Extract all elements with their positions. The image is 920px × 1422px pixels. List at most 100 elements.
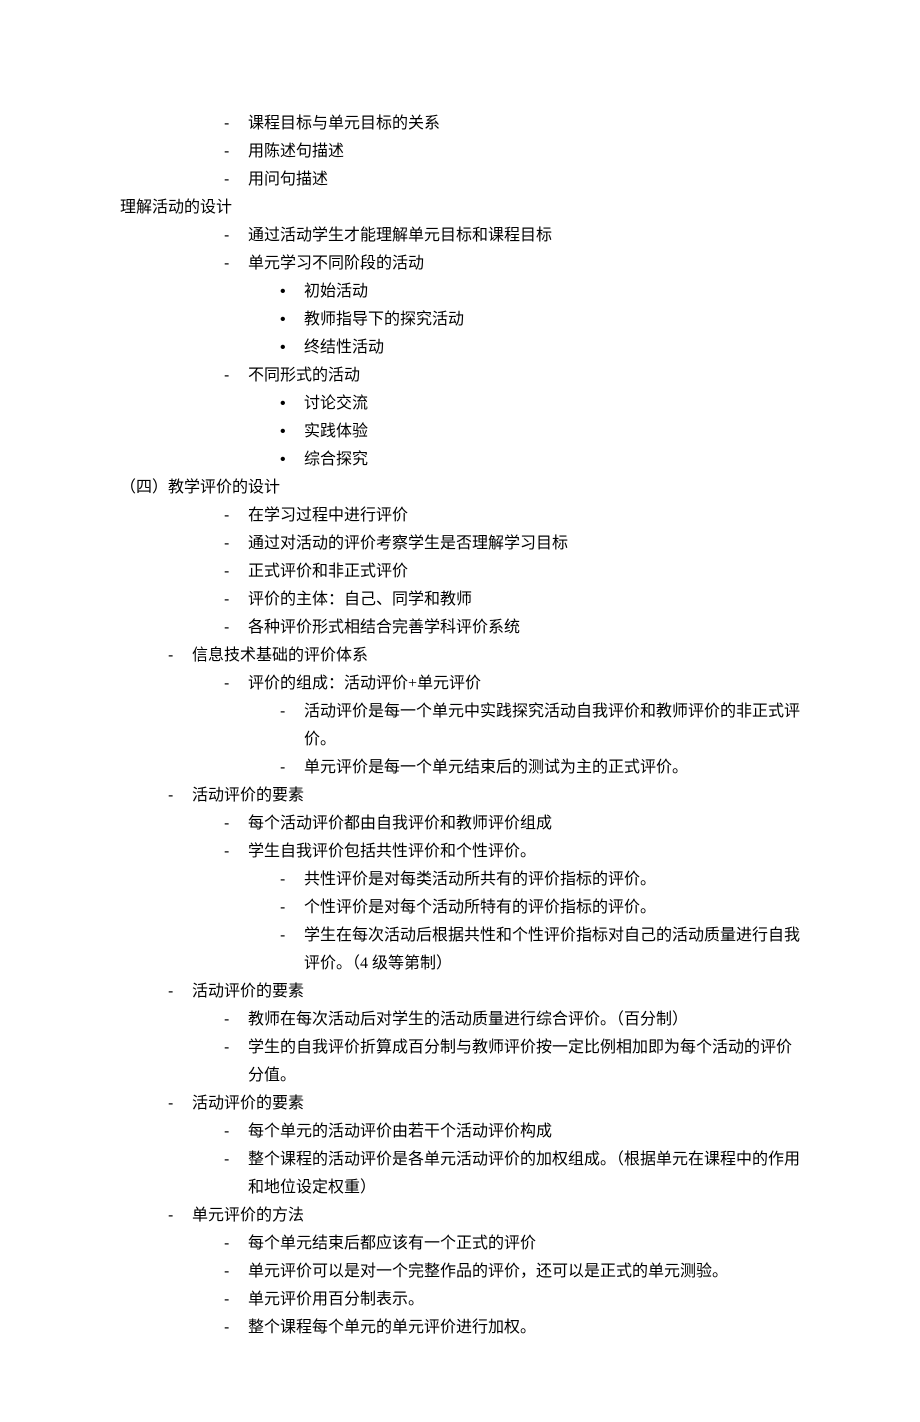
outline-text: 每个单元的活动评价由若干个活动评价构成 bbox=[248, 1118, 800, 1146]
outline-text: 活动评价的要素 bbox=[192, 978, 800, 1006]
outline-line: 终结性活动 bbox=[120, 334, 800, 362]
outline-line: 每个单元的活动评价由若干个活动评价构成 bbox=[120, 1118, 800, 1146]
dash-bullet-icon bbox=[224, 1118, 248, 1146]
outline-text: 单元学习不同阶段的活动 bbox=[248, 250, 800, 278]
outline-text: 综合探究 bbox=[304, 446, 800, 474]
outline-text: 学生自我评价包括共性评价和个性评价。 bbox=[248, 838, 800, 866]
dash-bullet-icon bbox=[224, 1286, 248, 1314]
outline-text: 单元评价用百分制表示。 bbox=[248, 1286, 800, 1314]
outline-text: 活动评价是每一个单元中实践探究活动自我评价和教师评价的非正式评价。 bbox=[304, 698, 800, 754]
dash-bullet-icon bbox=[168, 782, 192, 810]
outline-text: 信息技术基础的评价体系 bbox=[192, 642, 800, 670]
document-body: 课程目标与单元目标的关系用陈述句描述用问句描述理解活动的设计通过活动学生才能理解… bbox=[120, 110, 800, 1342]
outline-text: 每个活动评价都由自我评价和教师评价组成 bbox=[248, 810, 800, 838]
dash-bullet-icon bbox=[224, 586, 248, 614]
outline-text: 整个课程的活动评价是各单元活动评价的加权组成。（根据单元在课程中的作用和地位设定… bbox=[248, 1146, 800, 1202]
outline-line: 单元评价用百分制表示。 bbox=[120, 1286, 800, 1314]
outline-line: 单元评价可以是对一个完整作品的评价，还可以是正式的单元测验。 bbox=[120, 1258, 800, 1286]
outline-line: 每个活动评价都由自我评价和教师评价组成 bbox=[120, 810, 800, 838]
outline-line: 信息技术基础的评价体系 bbox=[120, 642, 800, 670]
outline-line: 活动评价的要素 bbox=[120, 978, 800, 1006]
dash-bullet-icon bbox=[224, 838, 248, 866]
outline-text: 共性评价是对每类活动所共有的评价指标的评价。 bbox=[304, 866, 800, 894]
outline-line: 评价的主体：自己、同学和教师 bbox=[120, 586, 800, 614]
outline-text: 初始活动 bbox=[304, 278, 800, 306]
outline-text: 各种评价形式相结合完善学科评价系统 bbox=[248, 614, 800, 642]
dash-bullet-icon bbox=[224, 558, 248, 586]
outline-text: 教师在每次活动后对学生的活动质量进行综合评价。（百分制） bbox=[248, 1006, 800, 1034]
outline-line: （四）教学评价的设计 bbox=[120, 474, 800, 502]
outline-text: 单元评价的方法 bbox=[192, 1202, 800, 1230]
outline-text: 用陈述句描述 bbox=[248, 138, 800, 166]
dash-bullet-icon bbox=[224, 1258, 248, 1286]
outline-line: 正式评价和非正式评价 bbox=[120, 558, 800, 586]
outline-text: 学生在每次活动后根据共性和个性评价指标对自己的活动质量进行自我评价。（4 级等第… bbox=[304, 922, 800, 978]
outline-text: 评价的组成：活动评价+单元评价 bbox=[248, 670, 800, 698]
outline-text: 活动评价的要素 bbox=[192, 1090, 800, 1118]
dash-bullet-icon bbox=[280, 866, 304, 894]
outline-text: 正式评价和非正式评价 bbox=[248, 558, 800, 586]
outline-line: 评价的组成：活动评价+单元评价 bbox=[120, 670, 800, 698]
dash-bullet-icon bbox=[224, 670, 248, 698]
outline-line: 用问句描述 bbox=[120, 166, 800, 194]
dot-bullet-icon bbox=[280, 418, 304, 446]
outline-line: 每个单元结束后都应该有一个正式的评价 bbox=[120, 1230, 800, 1258]
outline-line: 教师指导下的探究活动 bbox=[120, 306, 800, 334]
outline-text: 不同形式的活动 bbox=[248, 362, 800, 390]
outline-text: 单元评价是每一个单元结束后的测试为主的正式评价。 bbox=[304, 754, 800, 782]
outline-line: 不同形式的活动 bbox=[120, 362, 800, 390]
outline-line: 整个课程每个单元的单元评价进行加权。 bbox=[120, 1314, 800, 1342]
outline-text: 活动评价的要素 bbox=[192, 782, 800, 810]
dash-bullet-icon bbox=[224, 614, 248, 642]
dash-bullet-icon bbox=[224, 1230, 248, 1258]
outline-line: 综合探究 bbox=[120, 446, 800, 474]
outline-text: 每个单元结束后都应该有一个正式的评价 bbox=[248, 1230, 800, 1258]
outline-text: 教师指导下的探究活动 bbox=[304, 306, 800, 334]
dash-bullet-icon bbox=[224, 110, 248, 138]
outline-line: 通过活动学生才能理解单元目标和课程目标 bbox=[120, 222, 800, 250]
outline-line: 整个课程的活动评价是各单元活动评价的加权组成。（根据单元在课程中的作用和地位设定… bbox=[120, 1146, 800, 1202]
dash-bullet-icon bbox=[224, 362, 248, 390]
outline-line: 通过对活动的评价考察学生是否理解学习目标 bbox=[120, 530, 800, 558]
dot-bullet-icon bbox=[280, 306, 304, 334]
outline-text: 终结性活动 bbox=[304, 334, 800, 362]
outline-text: 理解活动的设计 bbox=[120, 194, 800, 222]
outline-line: 单元学习不同阶段的活动 bbox=[120, 250, 800, 278]
dash-bullet-icon bbox=[280, 922, 304, 950]
dash-bullet-icon bbox=[224, 1006, 248, 1034]
outline-line: 讨论交流 bbox=[120, 390, 800, 418]
dash-bullet-icon bbox=[168, 1202, 192, 1230]
outline-line: 个性评价是对每个活动所特有的评价指标的评价。 bbox=[120, 894, 800, 922]
outline-line: 活动评价的要素 bbox=[120, 1090, 800, 1118]
outline-text: 评价的主体：自己、同学和教师 bbox=[248, 586, 800, 614]
outline-line: 在学习过程中进行评价 bbox=[120, 502, 800, 530]
dash-bullet-icon bbox=[280, 754, 304, 782]
dash-bullet-icon bbox=[224, 1314, 248, 1342]
dash-bullet-icon bbox=[168, 642, 192, 670]
dot-bullet-icon bbox=[280, 334, 304, 362]
outline-line: 学生在每次活动后根据共性和个性评价指标对自己的活动质量进行自我评价。（4 级等第… bbox=[120, 922, 800, 978]
outline-text: 单元评价可以是对一个完整作品的评价，还可以是正式的单元测验。 bbox=[248, 1258, 800, 1286]
dash-bullet-icon bbox=[224, 250, 248, 278]
outline-text: 在学习过程中进行评价 bbox=[248, 502, 800, 530]
dash-bullet-icon bbox=[224, 138, 248, 166]
outline-line: 实践体验 bbox=[120, 418, 800, 446]
dash-bullet-icon bbox=[224, 530, 248, 558]
dash-bullet-icon bbox=[168, 978, 192, 1006]
outline-line: 单元评价的方法 bbox=[120, 1202, 800, 1230]
dash-bullet-icon bbox=[224, 502, 248, 530]
outline-line: 课程目标与单元目标的关系 bbox=[120, 110, 800, 138]
dash-bullet-icon bbox=[280, 698, 304, 726]
dash-bullet-icon bbox=[280, 894, 304, 922]
dash-bullet-icon bbox=[224, 1146, 248, 1174]
dot-bullet-icon bbox=[280, 390, 304, 418]
dash-bullet-icon bbox=[224, 222, 248, 250]
outline-line: 共性评价是对每类活动所共有的评价指标的评价。 bbox=[120, 866, 800, 894]
outline-text: 整个课程每个单元的单元评价进行加权。 bbox=[248, 1314, 800, 1342]
outline-line: 用陈述句描述 bbox=[120, 138, 800, 166]
dash-bullet-icon bbox=[224, 166, 248, 194]
outline-text: 通过活动学生才能理解单元目标和课程目标 bbox=[248, 222, 800, 250]
outline-text: （四）教学评价的设计 bbox=[120, 474, 800, 502]
outline-line: 活动评价是每一个单元中实践探究活动自我评价和教师评价的非正式评价。 bbox=[120, 698, 800, 754]
outline-line: 学生自我评价包括共性评价和个性评价。 bbox=[120, 838, 800, 866]
